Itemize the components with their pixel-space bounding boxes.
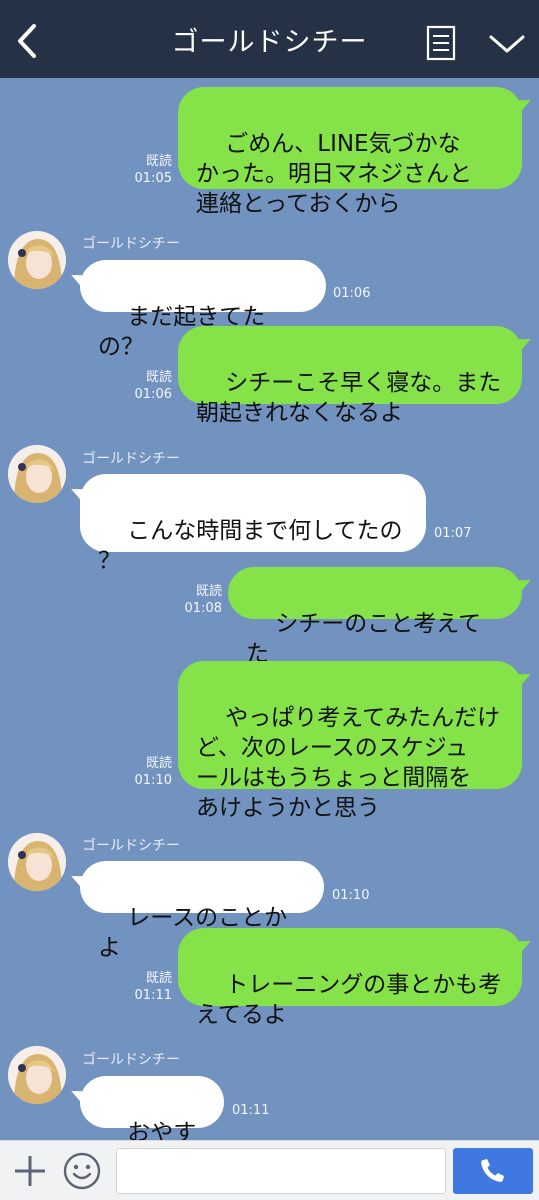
sent-message-bubble[interactable]: シチーこそ早く寝な。また 朝起きれなくなるよ — [178, 326, 535, 426]
read-receipt: 既読 — [145, 154, 172, 169]
notes-button[interactable] — [424, 24, 458, 62]
received-message-bubble[interactable]: おやすみ — [67, 1076, 224, 1176]
add-attachment-button[interactable] — [12, 1153, 48, 1189]
read-receipt: 既読 — [145, 370, 172, 385]
message-list[interactable]: 既読 01:05 ごめん、LINE気づかな かった。明日マネジさんと 連絡とって… — [0, 78, 539, 1176]
read-receipt: 既読 — [195, 584, 222, 599]
message-text: ごめん、LINE気づかな かった。明日マネジさんと 連絡とっておくから — [196, 131, 472, 217]
message-meta: 01:11 — [232, 1102, 292, 1119]
sent-message-bubble[interactable]: やっぱり考えてみたんだけ ど、次のレースのスケジュ ールはもうちょっと間隔を あ… — [178, 661, 535, 821]
plus-icon — [15, 1156, 45, 1186]
document-list-icon — [426, 25, 456, 61]
avatar[interactable] — [8, 445, 66, 503]
avatar-image — [8, 833, 66, 891]
avatar[interactable] — [8, 1046, 66, 1104]
smiley-icon — [63, 1152, 101, 1190]
sender-name: ゴールドシチー — [82, 1052, 180, 1068]
avatar[interactable] — [8, 833, 66, 891]
message-input[interactable] — [116, 1148, 446, 1194]
chevron-down-icon — [489, 35, 525, 53]
sent-message-bubble[interactable]: シチーのこと考えてた — [228, 567, 535, 667]
chat-title: ゴールドシチー — [171, 27, 368, 58]
message-time: 01:08 — [184, 601, 222, 616]
sender-name: ゴールドシチー — [82, 451, 180, 467]
phone-icon — [481, 1158, 504, 1182]
avatar-image — [8, 231, 66, 289]
message-meta: 既読 01:06 — [110, 369, 172, 403]
message-meta: 01:10 — [332, 887, 392, 904]
input-bar — [0, 1140, 539, 1200]
message-text: やっぱり考えてみたんだけ ど、次のレースのスケジュ ールはもうちょっと間隔を あ… — [196, 705, 501, 821]
message-time: 01:11 — [134, 988, 172, 1003]
message-meta: 既読 01:11 — [110, 970, 172, 1004]
sender-name: ゴールドシチー — [82, 838, 180, 854]
message-meta: 01:07 — [434, 525, 494, 542]
message-meta: 01:06 — [333, 285, 393, 302]
message-meta: 既読 01:05 — [110, 153, 172, 187]
read-receipt: 既読 — [145, 756, 172, 771]
sender-name: ゴールドシチー — [82, 236, 180, 252]
message-time: 01:05 — [134, 171, 172, 186]
message-meta: 既読 01:10 — [110, 755, 172, 789]
received-message-bubble[interactable]: こんな時間まで何してたの ？ — [67, 474, 426, 574]
message-meta: 既読 01:08 — [160, 583, 222, 617]
avatar-image — [8, 1046, 66, 1104]
avatar-image — [8, 445, 66, 503]
chat-header: ゴールドシチー — [0, 0, 539, 78]
message-time: 01:10 — [134, 773, 172, 788]
message-time: 01:07 — [434, 526, 472, 541]
more-menu-button[interactable] — [486, 28, 528, 60]
received-message-bubble[interactable]: まだ起きてたの？ — [67, 260, 326, 360]
received-message-bubble[interactable]: レースのことかよ — [67, 861, 324, 961]
call-button[interactable] — [453, 1148, 533, 1194]
message-text: トレーニングの事とかも考 えてるよ — [196, 972, 502, 1028]
avatar[interactable] — [8, 231, 66, 289]
message-time: 01:06 — [333, 286, 371, 301]
message-time: 01:10 — [332, 888, 370, 903]
message-text: シチーこそ早く寝な。また 朝起きれなくなるよ — [196, 370, 502, 426]
message-time: 01:06 — [134, 387, 172, 402]
emoji-button[interactable] — [62, 1151, 102, 1191]
message-time: 01:11 — [232, 1103, 270, 1118]
sent-message-bubble[interactable]: ごめん、LINE気づかな かった。明日マネジさんと 連絡とっておくから — [178, 87, 535, 217]
message-text: こんな時間まで何してたの ？ — [98, 518, 403, 574]
read-receipt: 既読 — [145, 971, 172, 986]
message-text: シチーのこと考えてた — [246, 611, 482, 667]
sent-message-bubble[interactable]: トレーニングの事とかも考 えてるよ — [178, 928, 535, 1028]
